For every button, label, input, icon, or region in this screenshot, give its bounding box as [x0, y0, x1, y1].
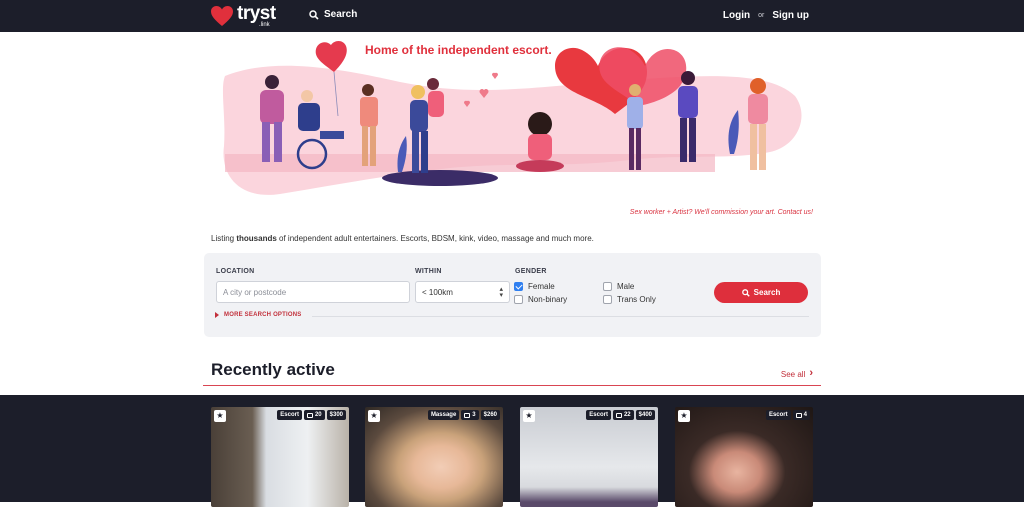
- signup-link[interactable]: Sign up: [772, 10, 809, 21]
- search-button[interactable]: Search: [714, 282, 808, 303]
- search-button-label: Search: [753, 288, 781, 297]
- gender-nonbinary-checkbox[interactable]: Non-binary: [514, 295, 567, 304]
- card-badges: Escort 20 $300: [277, 410, 346, 420]
- profiles-strip: ★ Escort 20 $300 ★ Massage 3 $260 ★ Esco…: [0, 395, 1024, 507]
- photo-count: 20: [314, 412, 322, 418]
- card-badges: Escort 4: [765, 410, 810, 420]
- chevron-right-icon: ›: [809, 367, 813, 379]
- photo-count: 22: [623, 412, 631, 418]
- hero-artwork: [222, 41, 802, 195]
- profile-card[interactable]: ★ Escort 4: [675, 407, 813, 507]
- star-icon[interactable]: ★: [678, 410, 690, 422]
- gender-male-checkbox[interactable]: Male: [603, 282, 634, 291]
- photos-icon: [306, 412, 313, 418]
- price-badge: $400: [635, 410, 655, 420]
- profile-card[interactable]: ★ Massage 3 $260: [365, 407, 503, 507]
- more-search-options-toggle[interactable]: MORE SEARCH OPTIONS: [215, 312, 301, 318]
- or-separator: or: [758, 12, 765, 19]
- profile-card[interactable]: ★ Escort 22 $400: [520, 407, 658, 507]
- photos-icon: [464, 412, 471, 418]
- checkbox-icon: [514, 295, 523, 304]
- logo-subtext: .link: [259, 22, 270, 28]
- card-badges: Escort 22 $400: [586, 410, 655, 420]
- photo-count: 4: [803, 412, 807, 418]
- gender-label: GENDER: [515, 268, 547, 275]
- photos-icon: [615, 412, 622, 418]
- triangle-right-icon: [215, 312, 219, 318]
- type-badge: Escort: [765, 410, 791, 420]
- photo-count-badge: 4: [792, 410, 810, 420]
- photo-count-badge: 22: [612, 410, 634, 420]
- heart-logo-icon: [211, 6, 233, 26]
- gender-trans-checkbox[interactable]: Trans Only: [603, 295, 656, 304]
- type-badge: Escort: [586, 410, 611, 420]
- star-icon[interactable]: ★: [214, 410, 226, 422]
- gender-trans-label: Trans Only: [617, 295, 656, 304]
- nav-search-label: Search: [324, 9, 358, 20]
- listing-prefix: Listing: [211, 234, 237, 243]
- price-badge: $260: [480, 410, 500, 420]
- checkbox-icon: [603, 295, 612, 304]
- profile-card[interactable]: ★ Escort 20 $300: [211, 407, 349, 507]
- auth-links: Login or Sign up: [723, 10, 809, 21]
- hero-tagline: Home of the independent escort.: [365, 43, 552, 57]
- search-icon: [741, 288, 750, 297]
- listing-suffix: of independent adult entertainers. Escor…: [276, 234, 594, 243]
- search-panel: LOCATION WITHIN < 100km ▴▾ GENDER Female…: [204, 253, 821, 337]
- type-badge: Massage: [427, 410, 460, 420]
- checkbox-icon: [603, 282, 612, 291]
- see-all-label: See all: [780, 369, 806, 379]
- star-icon[interactable]: ★: [523, 410, 535, 422]
- nav-search-link[interactable]: Search: [309, 9, 357, 20]
- select-arrows-icon: ▴ ▾: [499, 286, 503, 299]
- gender-male-label: Male: [617, 282, 635, 291]
- within-select[interactable]: < 100km ▴ ▾: [415, 281, 510, 303]
- see-all-link[interactable]: See all ›: [780, 367, 813, 380]
- logo[interactable]: tryst .link: [210, 3, 276, 28]
- checkbox-checked-icon: [514, 282, 523, 291]
- hero-illustration: [210, 36, 815, 216]
- top-navbar: tryst .link Search Login or Sign up: [0, 0, 1024, 32]
- gender-female-checkbox[interactable]: Female: [514, 282, 555, 291]
- login-link[interactable]: Login: [723, 10, 750, 21]
- location-input[interactable]: [216, 281, 410, 303]
- type-badge: Escort: [277, 410, 302, 420]
- divider: [312, 316, 809, 317]
- commission-link[interactable]: Sex worker + Artist? We'll commission yo…: [630, 209, 813, 216]
- gender-female-label: Female: [528, 282, 555, 291]
- within-value: < 100km: [422, 288, 453, 297]
- recently-active-title: Recently active: [211, 360, 335, 379]
- listing-bold: thousands: [236, 234, 277, 243]
- search-icon: [309, 9, 319, 20]
- more-options-label: MORE SEARCH OPTIONS: [224, 312, 302, 318]
- gender-nonbinary-label: Non-binary: [528, 295, 568, 304]
- listing-description: Listing thousands of independent adult e…: [211, 234, 594, 243]
- card-badges: Massage 3 $260: [427, 410, 500, 420]
- location-label: LOCATION: [216, 268, 255, 275]
- photo-count: 3: [472, 412, 476, 418]
- star-icon[interactable]: ★: [368, 410, 380, 422]
- price-badge: $300: [326, 410, 346, 420]
- photo-count-badge: 3: [461, 410, 479, 420]
- photos-icon: [795, 412, 802, 418]
- section-divider: [203, 385, 821, 386]
- within-label: WITHIN: [415, 268, 442, 275]
- photo-count-badge: 20: [303, 410, 325, 420]
